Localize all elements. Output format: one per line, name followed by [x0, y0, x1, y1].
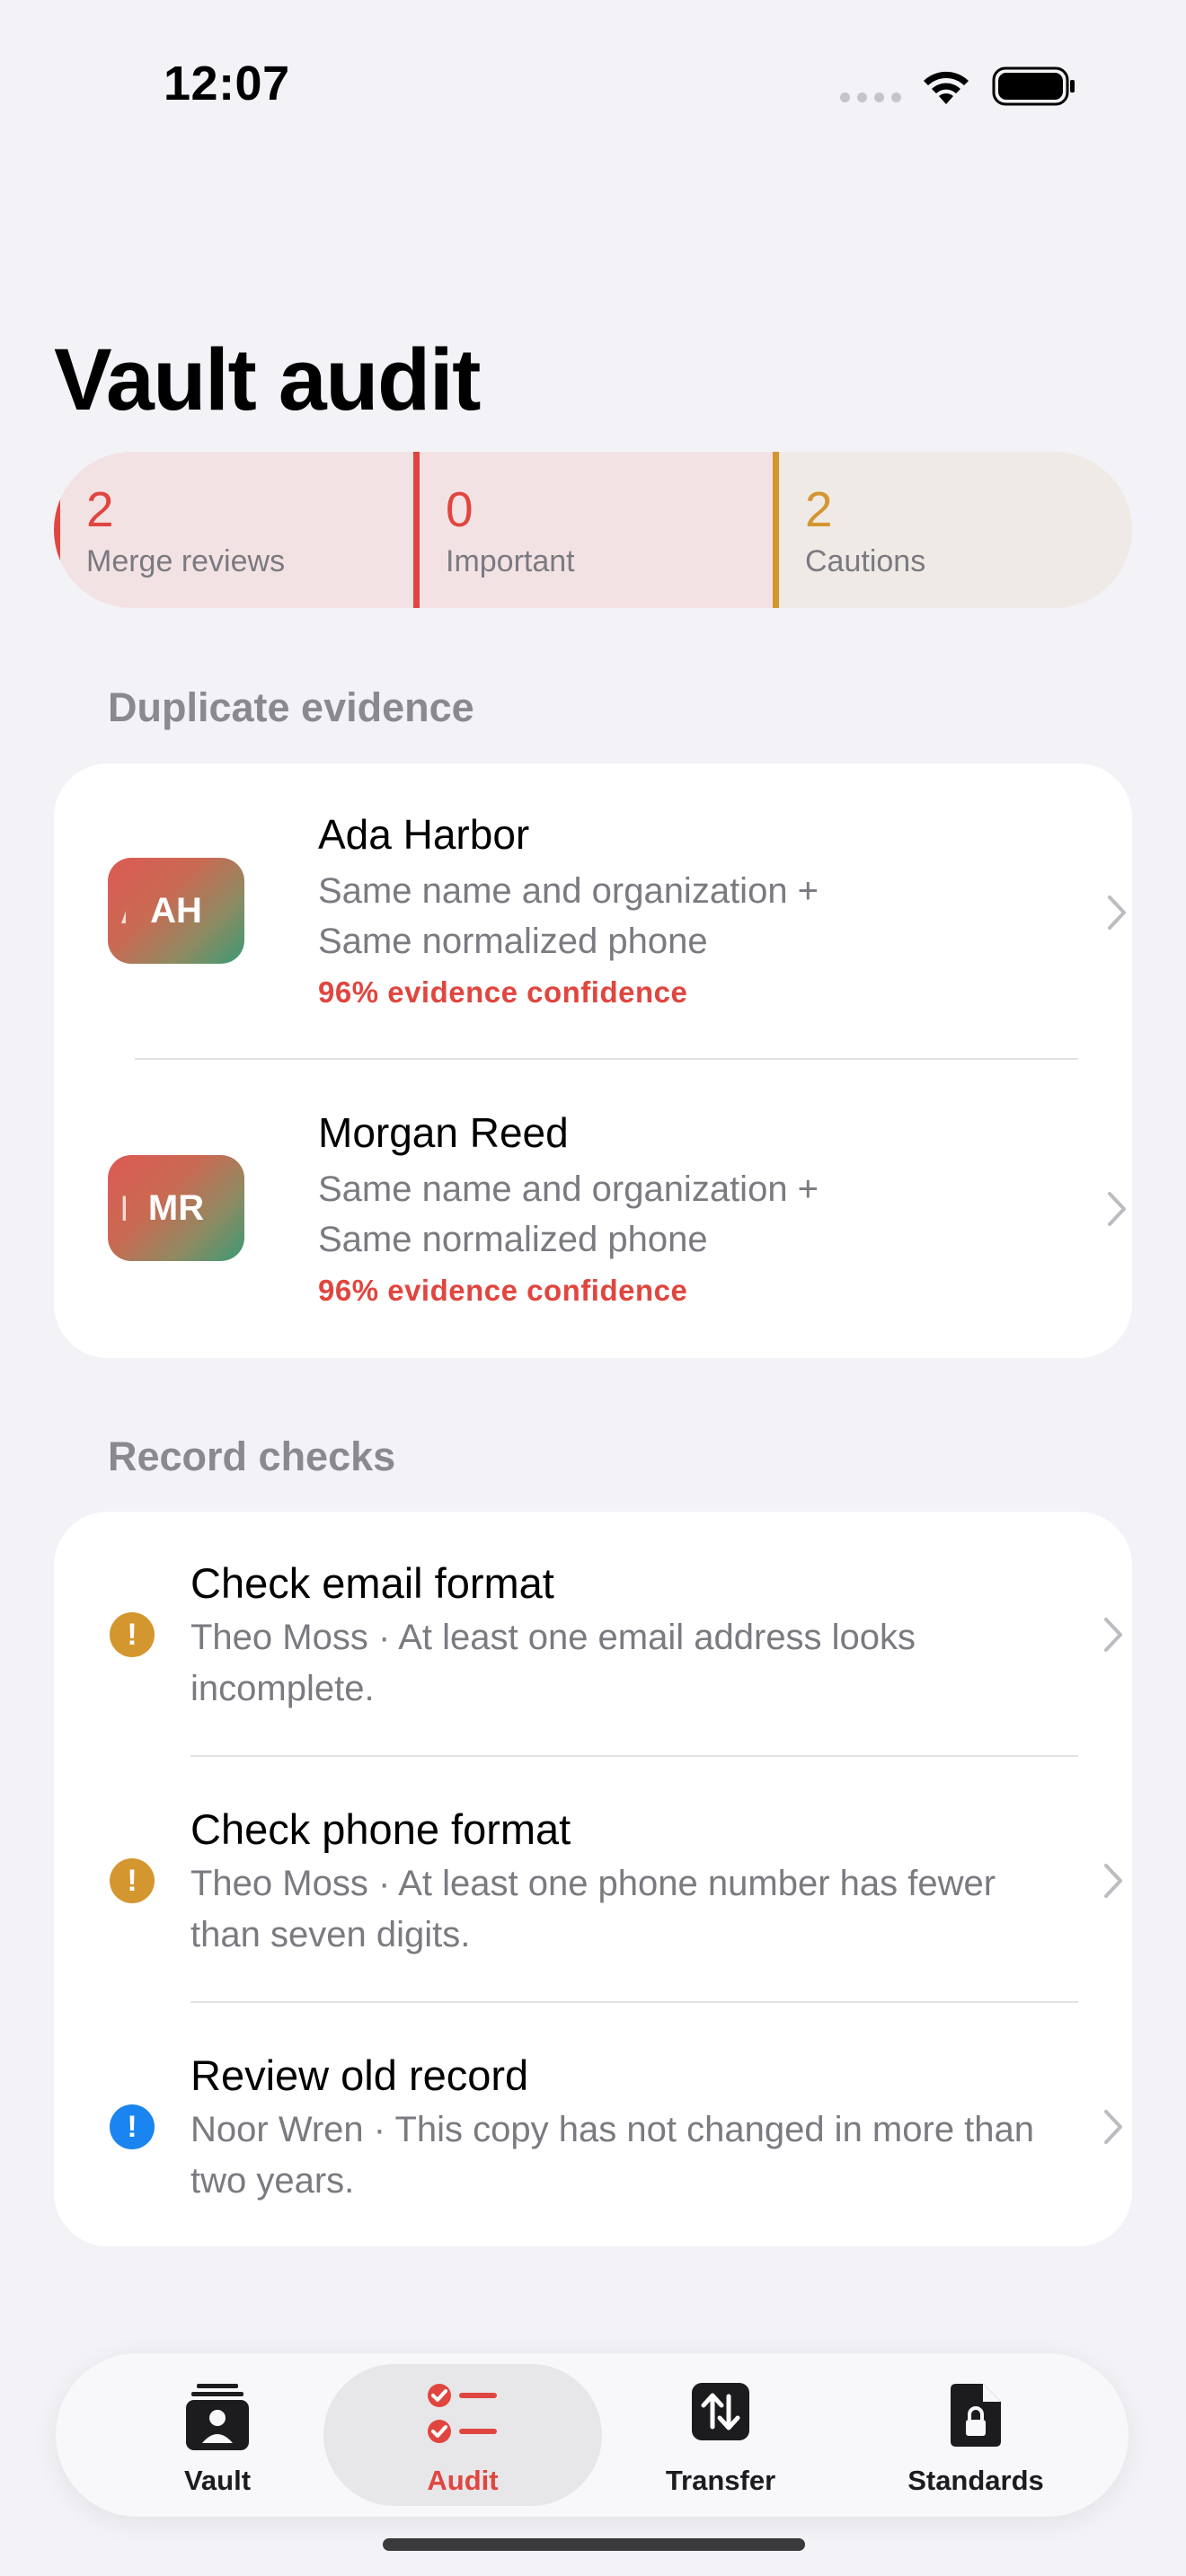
- transfer-icon: [692, 2383, 749, 2440]
- chevron-right-icon: [1104, 2110, 1122, 2144]
- check-title: Check email format: [190, 1559, 554, 1607]
- summary-important[interactable]: 0 Important: [413, 452, 773, 608]
- record-checks-card: ! Check email format Theo Moss · At leas…: [54, 1512, 1132, 2246]
- evidence-line: Same name and organization +: [318, 1169, 819, 1209]
- tab-standards[interactable]: Standards: [841, 2353, 1111, 2517]
- status-bar: 12:07: [0, 0, 1186, 180]
- evidence-line: Same name and organization +: [318, 871, 819, 911]
- divider: [190, 1755, 1078, 1757]
- home-indicator: [383, 2538, 805, 2551]
- tab-bar: Vault Audit Transfer Standards: [56, 2353, 1128, 2517]
- summary-important-label: Important: [446, 544, 575, 578]
- tab-label: Standards: [907, 2465, 1044, 2496]
- check-row[interactable]: ! Check phone format Theo Moss · At leas…: [54, 1758, 1132, 2004]
- chevron-right-icon: [1108, 895, 1126, 930]
- tab-label: Vault: [183, 2465, 252, 2496]
- audit-summary: 2 Merge reviews 0 Important 2 Cautions: [54, 452, 1132, 608]
- check-title: Check phone format: [190, 1805, 571, 1853]
- check-description: Theo Moss · At least one email address l…: [190, 1618, 916, 1708]
- evidence-line: Same normalized phone: [318, 922, 708, 961]
- section-label-duplicate-evidence: Duplicate evidence: [108, 684, 474, 730]
- check-row[interactable]: ! Check email format Theo Moss · At leas…: [54, 1512, 1132, 1758]
- avatar: AAH: [108, 858, 244, 964]
- contact-name: Morgan Reed: [318, 1109, 569, 1156]
- duplicate-evidence-card: AAH Ada Harbor Same name and organizatio…: [54, 763, 1132, 1358]
- tab-vault[interactable]: Vault: [83, 2353, 352, 2517]
- tab-transfer[interactable]: Transfer: [586, 2353, 855, 2517]
- section-label-record-checks: Record checks: [108, 1434, 396, 1479]
- cellular-signal-icon: [840, 93, 901, 102]
- summary-merge-reviews-count: 2: [86, 481, 114, 537]
- chevron-right-icon: [1104, 1864, 1122, 1898]
- chevron-right-icon: [1104, 1618, 1122, 1652]
- check-description: Theo Moss · At least one phone number ha…: [190, 1864, 996, 1954]
- chevron-right-icon: [1108, 1192, 1126, 1226]
- summary-important-count: 0: [446, 481, 474, 537]
- duplicate-row[interactable]: AAH Ada Harbor Same name and organizatio…: [54, 763, 1132, 1062]
- avatar: MMR: [108, 1155, 244, 1261]
- info-icon: !: [110, 2104, 155, 2149]
- wifi-icon: [924, 71, 969, 104]
- divider: [190, 2001, 1078, 2003]
- summary-cautions-count: 2: [805, 481, 833, 537]
- caution-icon: !: [110, 1858, 155, 1903]
- status-time: 12:07: [164, 57, 290, 110]
- check-description: Noor Wren · This copy has not changed in…: [190, 2110, 1035, 2201]
- check-row[interactable]: ! Review old record Noor Wren · This cop…: [54, 2004, 1132, 2246]
- summary-merge-reviews-label: Merge reviews: [86, 544, 286, 578]
- caution-icon: !: [110, 1612, 155, 1657]
- locked-document-icon: [951, 2384, 1001, 2447]
- confidence-label: 96% evidence confidence: [318, 1274, 688, 1307]
- duplicate-row[interactable]: MMR Morgan Reed Same name and organizati…: [54, 1060, 1132, 1358]
- tab-label: Transfer: [665, 2465, 776, 2496]
- summary-cautions[interactable]: 2 Cautions: [773, 452, 1132, 608]
- vault-icon: [186, 2384, 249, 2450]
- evidence-line: Same normalized phone: [318, 1220, 708, 1259]
- summary-merge-reviews[interactable]: 2 Merge reviews: [54, 452, 413, 608]
- checklist-icon: [428, 2384, 497, 2443]
- check-title: Review old record: [190, 2051, 529, 2099]
- tab-audit[interactable]: Audit: [323, 2353, 602, 2517]
- confidence-label: 96% evidence confidence: [318, 975, 688, 1009]
- contact-name: Ada Harbor: [318, 811, 530, 858]
- tab-label: Audit: [427, 2465, 499, 2496]
- summary-cautions-label: Cautions: [805, 544, 926, 578]
- page-title: Vault audit: [54, 331, 481, 428]
- battery-icon: [992, 66, 1075, 106]
